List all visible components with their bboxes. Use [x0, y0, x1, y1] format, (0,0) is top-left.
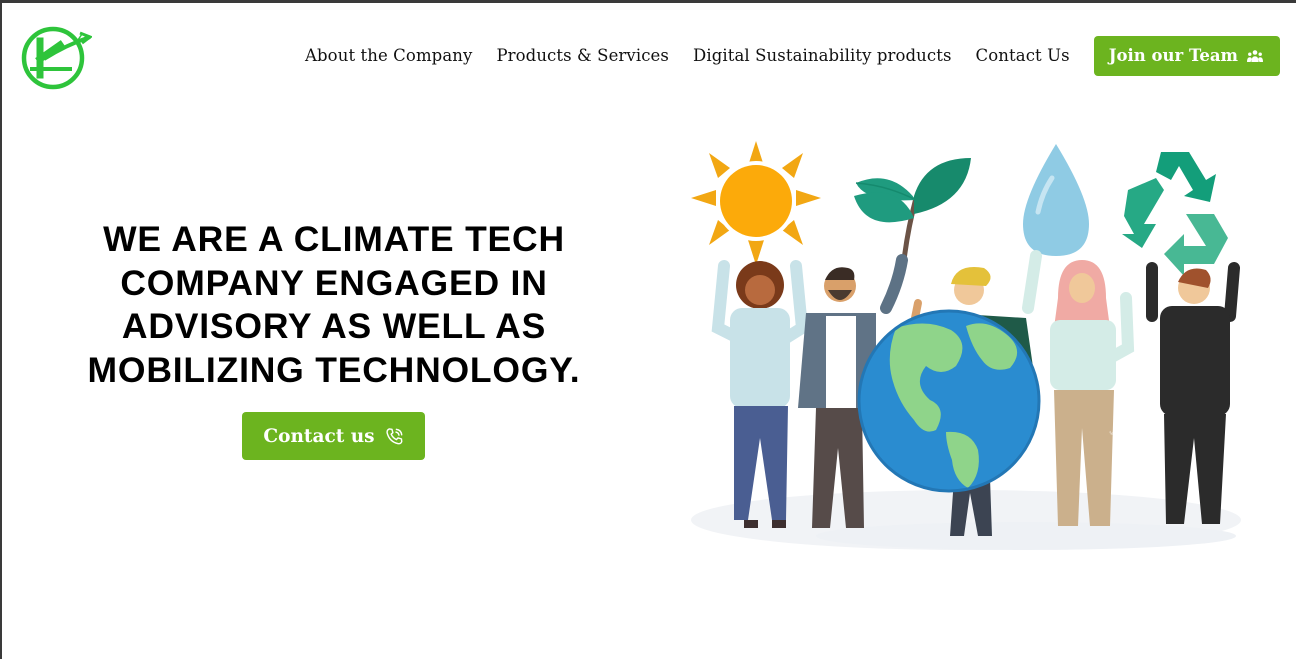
ground-shadow-2 [816, 522, 1236, 550]
nav-products-link[interactable]: Products & Services [496, 46, 669, 65]
plant-sprout-icon [854, 158, 971, 261]
team-icon [1247, 49, 1263, 62]
nav-about-link[interactable]: About the Company [305, 46, 472, 65]
person-1-figure [711, 260, 809, 528]
company-logo-icon[interactable] [20, 23, 92, 91]
globe-icon [857, 309, 1041, 493]
contact-us-button[interactable]: Contact us [242, 412, 425, 460]
water-drop-icon [1023, 144, 1089, 256]
climate-people-illustration: freepik [691, 141, 1241, 550]
sun-icon [691, 141, 821, 265]
nav-contact-link[interactable]: Contact Us [976, 46, 1070, 65]
recycle-icon [1122, 152, 1228, 276]
join-team-button[interactable]: Join our Team [1093, 35, 1280, 76]
hero-title: WE ARE A CLIMATE TECH COMPANY ENGAGED IN… [87, 219, 581, 390]
person-4-figure [1022, 250, 1135, 526]
nav-digital-sustainability-link[interactable]: Digital Sustainability products [693, 46, 952, 65]
person-5-figure [1146, 262, 1240, 524]
contact-us-label: Contact us [263, 425, 375, 447]
phone-icon [385, 427, 403, 444]
main-nav: About the Company Products & Services Di… [305, 34, 1280, 77]
join-team-label: Join our Team [1108, 46, 1238, 65]
